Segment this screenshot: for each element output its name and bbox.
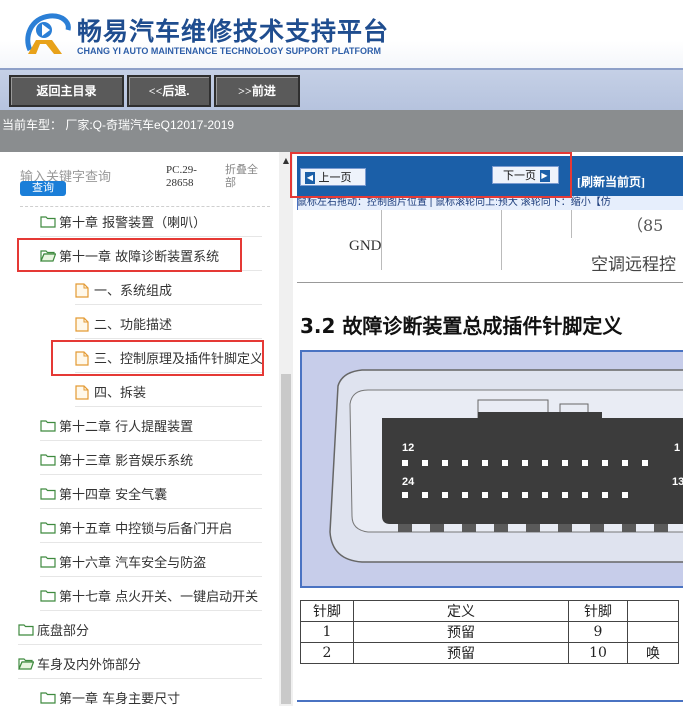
- tree-item-label: 四、拆装: [94, 385, 147, 401]
- sidebar-scrollbar[interactable]: ▲: [279, 152, 293, 706]
- pc-code: PC.29-28658: [166, 164, 197, 189]
- table-header-row: 针脚 定义 针脚: [300, 600, 679, 622]
- folder-icon: [40, 521, 56, 534]
- tree-item[interactable]: 底盘部分: [18, 614, 262, 645]
- divider: [297, 700, 683, 702]
- app-header: 畅易汽车维修技术支持平台 CHANG YI AUTO MAINTENANCE T…: [0, 0, 683, 68]
- folder-icon: [40, 589, 56, 602]
- tree-item[interactable]: 四、拆装: [75, 376, 262, 407]
- page-icon: [75, 384, 91, 400]
- section-title: 3.2 故障诊断装置总成插件针脚定义: [300, 314, 623, 338]
- brand-title: 畅易汽车维修技术支持平台: [77, 17, 390, 46]
- table-row: 1 预留 9: [300, 621, 679, 643]
- highlight-box: [17, 238, 242, 272]
- tree-item-label: 第十五章 中控锁与后备门开启: [59, 521, 233, 537]
- folder-icon: [40, 215, 56, 228]
- tree-item[interactable]: 第十七章 点火开关、一键启动开关: [40, 580, 262, 611]
- pin-label: 24: [402, 476, 415, 488]
- mouse-hint: 鼠标左右拖动：控制图片位置 | 鼠标滚轮向上:预大 滚轮向下：缩小【仿: [297, 196, 683, 211]
- page-icon: [75, 316, 91, 332]
- refresh-page-link[interactable]: [刷新当前页]: [577, 173, 645, 190]
- sidebar: 输入关键字查询 查询 PC.29-28658 折叠全部 第十章 报警装置（喇叭）…: [0, 152, 278, 706]
- table-cell: 2: [300, 642, 354, 664]
- ac-remote-label: 空调远程控: [591, 255, 676, 275]
- table-cell: 预留: [353, 642, 569, 664]
- folder-icon: [40, 487, 56, 500]
- tree-item-label: 第一章 车身主要尺寸: [59, 691, 181, 706]
- pin-definition-table: 针脚 定义 针脚 1 预留 9 2 预留 10 唤: [300, 600, 679, 664]
- connector-image: 12 24 1 13: [300, 350, 683, 588]
- diagram-line: [571, 210, 572, 238]
- folder-open-icon: [18, 657, 35, 670]
- table-cell: 预留: [353, 621, 569, 643]
- folder-icon: [40, 555, 56, 568]
- highlight-box: [290, 152, 572, 198]
- tree-item-label: 第十六章 汽车安全与防盗: [59, 555, 207, 571]
- table-cell: 唤: [627, 642, 679, 664]
- search-button[interactable]: 查询: [20, 181, 66, 196]
- nav-bar: 返回主目录 <<后退. >>前进: [0, 68, 683, 110]
- folder-icon: [40, 419, 56, 432]
- connector-drawing: [302, 352, 683, 586]
- content-panel: ◀ 上一页 下一页 ▶ [刷新当前页] 鼠标左右拖动：控制图片位置 | 鼠标滚轮…: [297, 152, 683, 706]
- folder-icon: [18, 623, 34, 636]
- table-header: 定义: [353, 600, 569, 622]
- tree-item[interactable]: 第十三章 影音娱乐系统: [40, 444, 262, 475]
- home-button[interactable]: 返回主目录: [9, 75, 124, 107]
- collapse-all-button[interactable]: 折叠全部: [225, 164, 265, 190]
- tree-item[interactable]: 第十章 报警装置（喇叭）: [40, 206, 262, 237]
- tree-item-label: 第十四章 安全气囊: [59, 487, 168, 503]
- back-button[interactable]: <<后退.: [127, 75, 211, 107]
- document-view: GND （85 空调远程控 3.2 故障诊断装置总成插件针脚定义 12 24 1…: [297, 210, 683, 706]
- tree-item[interactable]: 车身及内外饰部分: [18, 648, 262, 679]
- highlight-box: [51, 340, 264, 376]
- vehicle-model-bar: 当前车型： 厂家:Q-奇瑞汽车eQ12017-2019: [0, 110, 683, 152]
- brand-subtitle: CHANG YI AUTO MAINTENANCE TECHNOLOGY SUP…: [77, 46, 382, 56]
- gnd-label: GND: [349, 238, 382, 254]
- current-vehicle-model: 当前车型： 厂家:Q-奇瑞汽车eQ12017-2019: [2, 118, 235, 132]
- diagram-note: （85: [627, 216, 664, 235]
- folder-icon: [40, 453, 56, 466]
- tree-item-label: 一、系统组成: [94, 283, 173, 299]
- table-header: [627, 600, 679, 622]
- table-header: 针脚: [568, 600, 628, 622]
- folder-icon: [40, 691, 56, 704]
- pin-label: 12: [402, 442, 415, 454]
- pin-label: 13: [672, 476, 683, 488]
- tree-item-label: 底盘部分: [37, 623, 90, 639]
- tree-item[interactable]: 二、功能描述: [75, 308, 262, 339]
- tree-item[interactable]: 第十六章 汽车安全与防盗: [40, 546, 262, 577]
- diagram-line: [501, 210, 502, 270]
- table-cell: 9: [568, 621, 628, 643]
- tree-item-label: 第十三章 影音娱乐系统: [59, 453, 194, 469]
- page-icon: [75, 282, 91, 298]
- divider: [297, 282, 683, 283]
- forward-button[interactable]: >>前进: [214, 75, 300, 107]
- tree-item[interactable]: 第十五章 中控锁与后备门开启: [40, 512, 262, 543]
- table-cell: 1: [300, 621, 354, 643]
- tree-item-label: 第十章 报警装置（喇叭）: [59, 215, 207, 231]
- tree-item[interactable]: 一、系统组成: [75, 274, 262, 305]
- table-cell: 10: [568, 642, 628, 664]
- tree-item[interactable]: 第十四章 安全气囊: [40, 478, 262, 509]
- tree-item[interactable]: 第一章 车身主要尺寸: [40, 682, 262, 706]
- logo-icon: [22, 10, 72, 58]
- pin-label: 1: [674, 442, 681, 454]
- table-row: 2 预留 10 唤: [300, 642, 679, 664]
- tree-item-label: 车身及内外饰部分: [37, 657, 142, 673]
- table-cell: [627, 621, 679, 643]
- table-header: 针脚: [300, 600, 354, 622]
- tree-item-label: 第十七章 点火开关、一键启动开关: [59, 589, 259, 605]
- tree-item-label: 二、功能描述: [94, 317, 173, 333]
- tree-item[interactable]: 第十二章 行人提醒装置: [40, 410, 262, 441]
- tree-item-label: 第十二章 行人提醒装置: [59, 419, 194, 435]
- scrollbar-thumb[interactable]: [281, 374, 291, 704]
